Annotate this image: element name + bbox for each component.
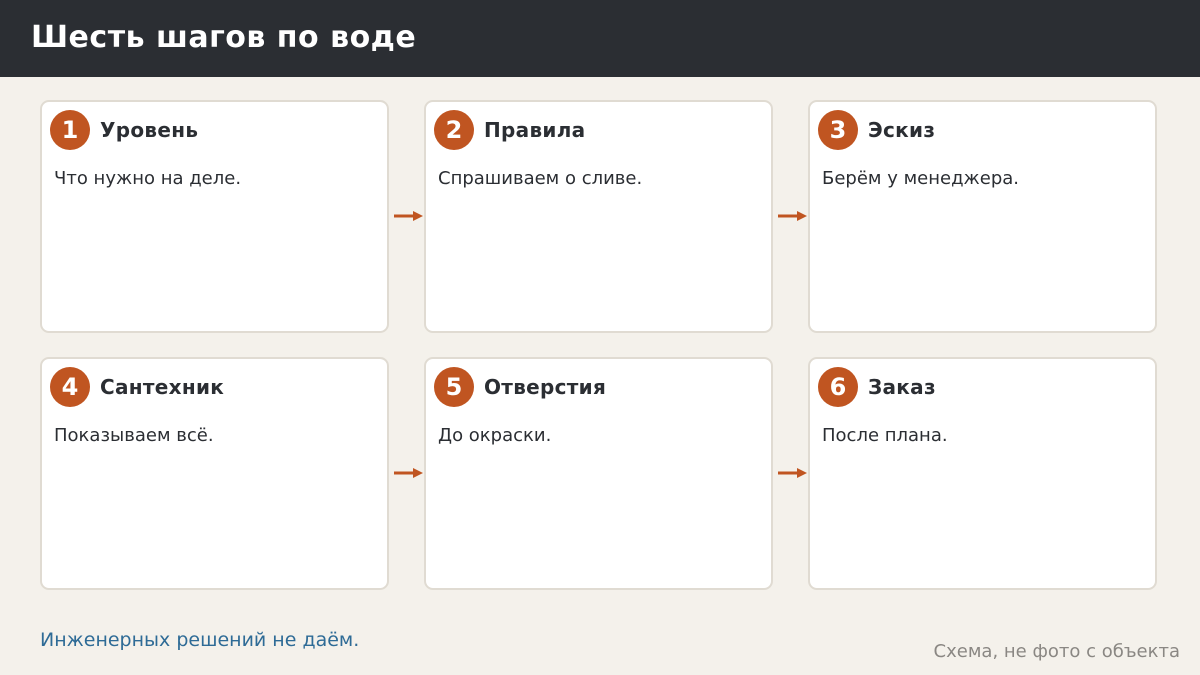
page-header: Шесть шагов по воде (0, 0, 1200, 77)
step-card-6: 6 Заказ После плана. (808, 357, 1157, 590)
step-number-badge: 6 (818, 367, 858, 407)
step-description: Что нужно на деле. (54, 168, 242, 189)
step-title: Эскиз (868, 118, 936, 142)
step-number-badge: 1 (50, 110, 90, 150)
step-description: Показываем всё. (54, 425, 214, 446)
step-description: Берём у менеджера. (822, 168, 1020, 189)
footer-caption: Схема, не фото с объекта (933, 641, 1180, 662)
step-description: После плана. (822, 425, 948, 446)
step-title: Сантехник (100, 375, 225, 399)
step-card-3: 3 Эскиз Берём у менеджера. (808, 100, 1157, 333)
arrow-right-icon (777, 210, 807, 222)
step-card-1: 1 Уровень Что нужно на деле. (40, 100, 389, 333)
step-card-5: 5 Отверстия До окраски. (424, 357, 773, 590)
arrow-right-icon (393, 467, 423, 479)
step-title: Отверстия (484, 375, 607, 399)
step-number-badge: 4 (50, 367, 90, 407)
footer-note: Инженерных решений не даём. (40, 629, 360, 651)
step-title: Правила (484, 118, 586, 142)
step-number-badge: 5 (434, 367, 474, 407)
arrow-right-icon (393, 210, 423, 222)
step-description: Спрашиваем о сливе. (438, 168, 643, 189)
page-title: Шесть шагов по воде (31, 20, 417, 55)
arrow-right-icon (777, 467, 807, 479)
step-number-badge: 3 (818, 110, 858, 150)
step-title: Заказ (868, 375, 936, 399)
step-card-4: 4 Сантехник Показываем всё. (40, 357, 389, 590)
step-description: До окраски. (438, 425, 552, 446)
step-number-badge: 2 (434, 110, 474, 150)
step-title: Уровень (100, 118, 199, 142)
step-card-2: 2 Правила Спрашиваем о сливе. (424, 100, 773, 333)
